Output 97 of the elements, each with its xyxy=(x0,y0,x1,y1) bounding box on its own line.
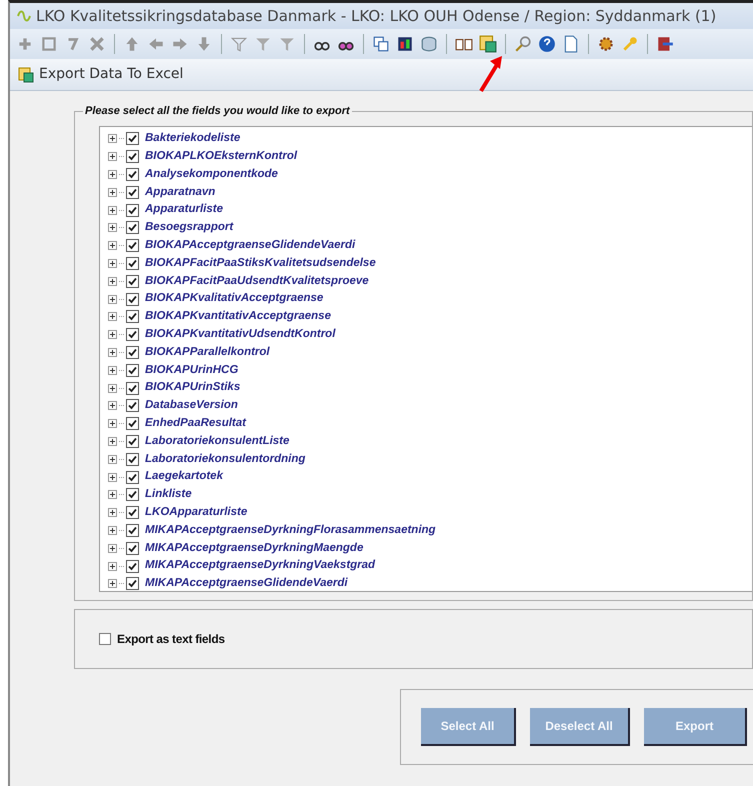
field-name: Laboratoriekonsulentordning xyxy=(145,452,306,467)
checkbox[interactable] xyxy=(126,417,139,430)
field-name: MIKAPAcceptgraenseDyrkningFlorasammensaetning xyxy=(145,522,436,538)
field-name: Apparaturliste xyxy=(145,202,223,218)
expand-icon[interactable] xyxy=(108,276,117,286)
field-name: BIOKAPKvantitativUdsendtKontrol xyxy=(145,327,336,342)
field-name: EnhedPaaResultat xyxy=(145,416,246,432)
action-button[interactable]: Export xyxy=(644,708,747,746)
field-name: LaboratoriekonsulentListe xyxy=(145,434,290,449)
excel-export-icon[interactable] xyxy=(479,35,497,53)
database-icon[interactable] xyxy=(420,35,438,53)
chart-icon[interactable] xyxy=(396,35,414,53)
exit-icon[interactable] xyxy=(656,35,674,53)
expand-icon[interactable] xyxy=(108,258,117,268)
field-name: BIOKAPFacitPaaUdsendtKvalitetsproeve xyxy=(145,274,369,289)
checkbox[interactable] xyxy=(126,434,139,448)
expand-icon[interactable] xyxy=(108,579,117,588)
checkbox[interactable] xyxy=(126,256,139,270)
checkbox[interactable] xyxy=(126,399,139,412)
copy-icon[interactable] xyxy=(372,35,390,53)
checkbox[interactable] xyxy=(126,186,139,199)
field-name: Besoegsrapport xyxy=(145,220,234,236)
excel-export-icon xyxy=(18,66,34,82)
expand-icon[interactable] xyxy=(108,223,117,232)
field-name: MIKAPAcceptgraenseDyrkningVaekstgrad xyxy=(145,558,376,574)
field-name: BIOKAPUrinHCG xyxy=(145,362,238,378)
expand-icon[interactable] xyxy=(108,526,117,535)
checkbox[interactable] xyxy=(126,168,139,181)
group-legend: Please select all the fields you would like to export xyxy=(83,103,352,120)
field-name: MIKAPAcceptgraenseGlidendeVaerdi xyxy=(145,576,348,591)
expand-icon[interactable] xyxy=(108,241,117,250)
field-name: BIOKAPLKOEksternKontrol xyxy=(145,149,298,164)
expand-icon[interactable] xyxy=(108,170,117,179)
expand-icon[interactable] xyxy=(108,454,117,464)
checkbox[interactable] xyxy=(126,328,139,342)
search-icon[interactable] xyxy=(514,35,532,53)
checkbox[interactable] xyxy=(126,577,139,590)
expand-icon[interactable] xyxy=(108,134,117,144)
expand-icon[interactable] xyxy=(108,490,117,500)
checkbox[interactable] xyxy=(126,524,139,537)
dialog-title: Export Data To Excel xyxy=(39,65,184,84)
expand-icon[interactable] xyxy=(108,366,117,375)
checkbox[interactable] xyxy=(126,221,139,234)
expand-icon[interactable] xyxy=(108,384,117,393)
expand-icon[interactable] xyxy=(108,294,117,304)
checkbox[interactable] xyxy=(126,239,139,252)
expand-icon[interactable] xyxy=(108,152,117,162)
checkbox[interactable] xyxy=(126,274,139,288)
help-icon[interactable] xyxy=(538,35,556,53)
expand-icon[interactable] xyxy=(108,206,117,215)
checkbox[interactable] xyxy=(126,542,139,555)
action-button[interactable]: Select All xyxy=(421,708,516,746)
expand-icon[interactable] xyxy=(108,562,117,571)
field-name: Analysekomponentkode xyxy=(145,166,278,182)
field-name: Linkliste xyxy=(145,487,192,502)
checkbox[interactable] xyxy=(126,364,139,377)
field-name: DatabaseVersion xyxy=(145,398,238,414)
checkbox[interactable] xyxy=(126,452,139,466)
expand-icon[interactable] xyxy=(108,472,117,482)
action-button[interactable]: Deselect All xyxy=(530,708,630,746)
expand-icon[interactable] xyxy=(108,544,117,553)
checkbox[interactable] xyxy=(126,382,139,395)
expand-icon[interactable] xyxy=(108,330,117,340)
field-name: BIOKAPUrinStiks xyxy=(145,380,240,396)
document-icon[interactable] xyxy=(562,35,580,53)
field-name: Bakteriekodeliste xyxy=(145,131,240,146)
expand-icon[interactable] xyxy=(108,401,117,410)
expand-icon[interactable] xyxy=(108,419,117,428)
checkbox-label: Export as text fields xyxy=(117,631,225,648)
field-name: MIKAPAcceptgraenseDyrkningMaengde xyxy=(145,540,364,556)
checkbox[interactable] xyxy=(126,506,139,520)
expand-icon[interactable] xyxy=(108,348,117,357)
field-name: BIOKAPFacitPaaStiksKvalitetsudsendelse xyxy=(145,256,376,271)
checkbox[interactable] xyxy=(126,560,139,573)
field-name: Apparatnavn xyxy=(145,184,216,200)
field-name: LKOApparaturliste xyxy=(145,505,248,520)
expand-icon[interactable] xyxy=(108,312,117,322)
expand-icon[interactable] xyxy=(108,188,117,197)
checkbox[interactable] xyxy=(126,346,139,359)
checkbox[interactable] xyxy=(126,470,139,484)
gear-icon[interactable] xyxy=(597,35,615,53)
checkbox[interactable] xyxy=(126,132,139,146)
checkbox[interactable] xyxy=(126,488,139,502)
field-name: BIOKAPKvantitativAcceptgraense xyxy=(145,309,331,324)
window-title: LKO Kvalitetssikringsdatabase Danmark - LKO: LKO OUH Odense / Region: Syddanmark (1) xyxy=(36,6,716,27)
checkbox[interactable] xyxy=(126,204,139,217)
checkbox[interactable] xyxy=(126,150,139,164)
field-name: BIOKAPKvalitativAcceptgraense xyxy=(145,291,324,306)
expand-icon[interactable] xyxy=(108,508,117,518)
expand-icon[interactable] xyxy=(108,436,117,446)
app-icon xyxy=(16,9,32,23)
field-name: Laegekartotek xyxy=(145,469,223,484)
checkbox[interactable] xyxy=(126,310,139,324)
checkbox[interactable] xyxy=(99,633,111,645)
checkbox[interactable] xyxy=(126,292,139,306)
field-name: BIOKAPAcceptgraenseGlidendeVaerdi xyxy=(145,238,356,254)
field-name: BIOKAPParallelkontrol xyxy=(145,344,270,360)
